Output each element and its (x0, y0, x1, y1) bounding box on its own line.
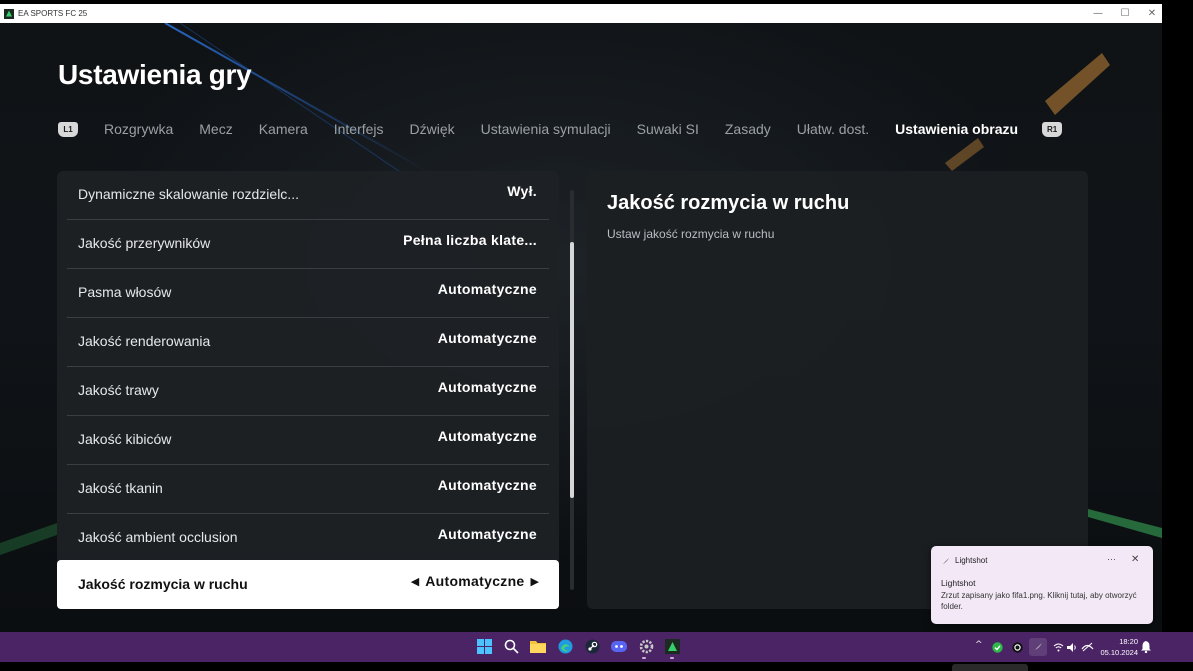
detail-description: Ustaw jakość rozmycia w ruchu (607, 227, 775, 241)
game-settings-screen: Ustawienia gry L1 Rozgrywka Mecz Kamera … (0, 23, 1162, 632)
ea-fc-app-icon (4, 8, 14, 19)
tab-audio[interactable]: Dźwięk (410, 121, 455, 137)
setting-label: Pasma włosów (78, 284, 172, 300)
r1-bumper-icon[interactable]: R1 (1042, 121, 1063, 137)
setting-label: Jakość trawy (78, 382, 159, 398)
setting-value: Automatyczne (437, 281, 537, 297)
taskbar: ^ 18:20 05.10.2024 (0, 632, 1193, 662)
setting-row[interactable]: Pasma włosów Automatyczne (67, 269, 549, 318)
close-window-button[interactable]: ✕ (1138, 4, 1162, 23)
tab-match[interactable]: Mecz (199, 121, 232, 137)
selected-setting-label: Jakość rozmycia w ruchu (78, 576, 248, 592)
tab-accessibility[interactable]: Ułatw. dost. (797, 121, 869, 137)
steam-icon[interactable] (584, 638, 600, 654)
setting-label: Dynamiczne skalowanie rozdzielc... (78, 186, 299, 202)
window-title: EA SPORTS FC 25 (18, 9, 88, 18)
maximize-button[interactable]: ☐ (1111, 4, 1139, 23)
close-notification-icon[interactable]: ✕ (1131, 554, 1139, 565)
file-explorer-icon[interactable] (530, 638, 546, 654)
tab-interface[interactable]: Interfejs (334, 121, 384, 137)
selected-setting-value-picker: ◀ Automatyczne ▶ (411, 573, 539, 589)
tab-camera[interactable]: Kamera (259, 121, 308, 137)
screen: EA SPORTS FC 25 — ☐ ✕ Ustawienia gry L1 … (0, 0, 1193, 671)
edge-browser-icon[interactable] (557, 638, 573, 654)
arrow-right-icon[interactable]: ▶ (531, 575, 539, 588)
running-indicator (670, 657, 674, 659)
running-indicator (642, 657, 646, 659)
setting-value: Automatyczne (437, 526, 537, 542)
setting-label: Jakość kibiców (78, 431, 172, 447)
network-status-icon[interactable] (1080, 641, 1094, 653)
selected-setting-value: Automatyczne (425, 573, 525, 589)
search-icon[interactable] (503, 638, 519, 654)
game-window: EA SPORTS FC 25 — ☐ ✕ Ustawienia gry L1 … (0, 4, 1162, 632)
setting-row[interactable]: Jakość kibiców Automatyczne (67, 416, 549, 465)
setting-label: Jakość renderowania (78, 333, 211, 349)
setting-label: Jakość tkanin (78, 480, 163, 496)
setting-value: Automatyczne (437, 477, 537, 493)
setting-row-selected[interactable]: Jakość rozmycia w ruchu ◀ Automatyczne ▶ (57, 560, 559, 609)
notification-app-name: Lightshot (955, 556, 988, 565)
setting-value: Wył. (507, 183, 537, 199)
settings-list-panel: Dynamiczne skalowanie rozdzielc... Wył. … (57, 171, 559, 609)
scrollbar-thumb[interactable] (570, 242, 574, 498)
setting-value: Pełna liczba klate... (403, 232, 537, 248)
settings-scrollbar[interactable] (570, 190, 574, 590)
feather-icon (941, 557, 950, 566)
lightshot-tray-icon[interactable] (1029, 638, 1047, 656)
setting-row[interactable]: Jakość trawy Automatyczne (67, 367, 549, 416)
arrow-left-icon[interactable]: ◀ (411, 575, 419, 588)
setting-row[interactable]: Jakość tkanin Automatyczne (67, 465, 549, 514)
tab-gameplay[interactable]: Rozgrywka (104, 121, 173, 137)
clock-time[interactable]: 18:20 (1110, 637, 1138, 646)
tab-simulation-settings[interactable]: Ustawienia symulacji (481, 121, 611, 137)
clock-date[interactable]: 05.10.2024 (1098, 648, 1138, 657)
tray-chevron-icon[interactable]: ^ (975, 640, 983, 650)
page-title: Ustawienia gry (58, 59, 252, 90)
setting-row[interactable]: Jakość renderowania Automatyczne (67, 318, 549, 367)
setting-label: Jakość przerywników (78, 235, 211, 251)
notification-body[interactable]: Zrzut zapisany jako fifa1.png. Kliknij t… (941, 590, 1141, 612)
l1-bumper-icon[interactable]: L1 (58, 121, 78, 137)
notification-title: Lightshot (941, 578, 976, 588)
setting-value: Automatyczne (437, 428, 537, 444)
tab-ai-sliders[interactable]: Suwaki SI (637, 121, 699, 137)
wifi-icon[interactable] (1052, 641, 1064, 653)
tab-display-settings[interactable]: Ustawienia obrazu (895, 121, 1018, 137)
notification-bell-icon[interactable] (1140, 640, 1152, 654)
setting-row[interactable]: Jakość ambient occlusion Automatyczne (67, 514, 549, 563)
setting-row[interactable]: Jakość przerywników Pełna liczba klate..… (67, 220, 549, 269)
setting-label: Jakość ambient occlusion (78, 529, 238, 545)
security-tray-icon[interactable] (991, 641, 1003, 653)
detail-title: Jakość rozmycia w ruchu (607, 192, 850, 214)
setting-value: Automatyczne (437, 330, 537, 346)
setting-value: Automatyczne (437, 379, 537, 395)
app-tray-icon[interactable] (1011, 641, 1023, 653)
screen-bottom-handle (952, 664, 1028, 671)
setting-row[interactable]: Dynamiczne skalowanie rozdzielc... Wył. (67, 171, 549, 220)
title-bar[interactable]: EA SPORTS FC 25 — ☐ ✕ (0, 4, 1162, 23)
windows-start-icon[interactable] (476, 638, 492, 654)
tab-rules[interactable]: Zasady (725, 121, 771, 137)
minimize-button[interactable]: — (1084, 4, 1112, 23)
settings-tabs: L1 Rozgrywka Mecz Kamera Interfejs Dźwię… (58, 119, 1063, 139)
volume-icon[interactable] (1066, 641, 1078, 653)
settings-gear-icon[interactable] (638, 638, 654, 654)
setting-detail-panel: Jakość rozmycia w ruchu Ustaw jakość roz… (587, 171, 1088, 609)
ea-fc-taskbar-icon[interactable] (664, 638, 680, 654)
lightshot-notification[interactable]: Lightshot ··· ✕ Lightshot Zrzut zapisany… (931, 546, 1153, 624)
more-options-icon[interactable]: ··· (1107, 554, 1116, 564)
discord-icon[interactable] (611, 638, 627, 654)
